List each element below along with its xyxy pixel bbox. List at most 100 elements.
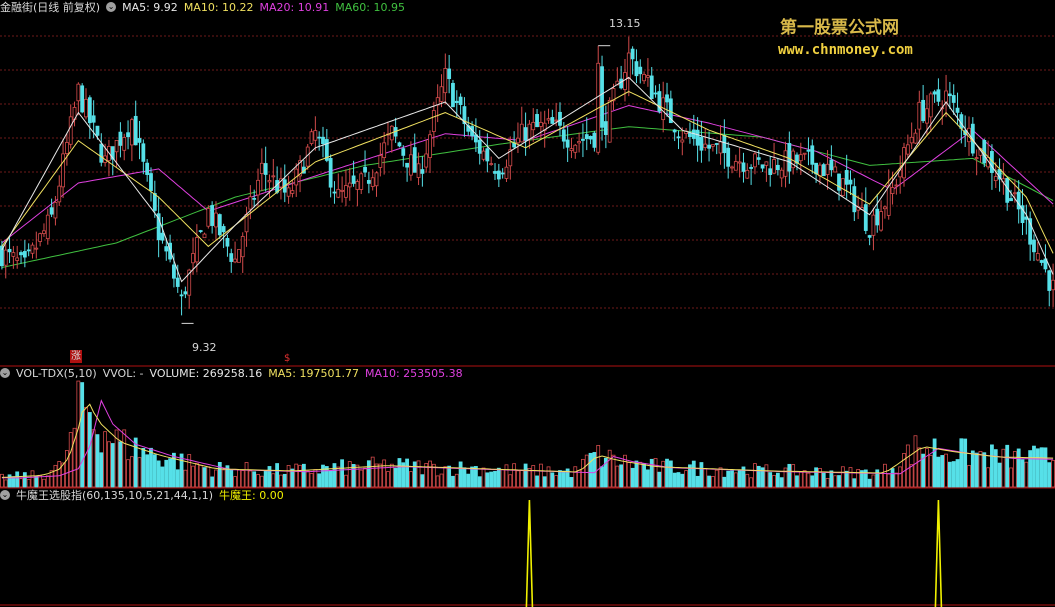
- volume-bar: [504, 464, 509, 488]
- candle-body: [240, 236, 245, 258]
- candle-body: [347, 182, 352, 188]
- volume-bar: [359, 469, 364, 488]
- candle-body: [588, 136, 593, 140]
- candle-body: [947, 93, 952, 97]
- volume-bar: [753, 463, 757, 488]
- signal-marker[interactable]: $: [284, 352, 290, 365]
- volume-bar: [317, 473, 322, 488]
- candle-body: [424, 153, 429, 168]
- volume-bar: [129, 456, 134, 488]
- candle-body: [649, 75, 654, 99]
- volume-bar: [309, 473, 314, 488]
- candle-body: [802, 152, 807, 155]
- candle-body: [366, 180, 371, 184]
- candle-body: [584, 134, 589, 140]
- volume-bar: [191, 465, 195, 488]
- vol-ma10-value: MA10: 253505.38: [364, 366, 463, 380]
- volume-bar: [844, 470, 849, 488]
- stock-title[interactable]: 金融街(日线 前复权): [0, 0, 100, 15]
- indicator-name[interactable]: 牛魔王选股指(60,135,10,5,21,44,1,1): [16, 487, 213, 503]
- volume-bar: [936, 456, 941, 488]
- volume-bar: [726, 470, 731, 488]
- volume-bar: [221, 469, 226, 488]
- candle-body: [787, 143, 792, 172]
- stock-chart-canvas[interactable]: [0, 0, 1055, 607]
- limit-up-badge[interactable]: 涨: [70, 350, 82, 363]
- candle-body: [523, 127, 528, 141]
- candle-body: [481, 150, 486, 160]
- volume-bar: [500, 469, 505, 488]
- candle-body: [409, 154, 413, 176]
- volume-bar: [405, 458, 409, 488]
- volume-bar: [940, 455, 945, 488]
- candle-body: [87, 97, 92, 124]
- candle-body: [760, 164, 765, 169]
- candle-body: [15, 257, 20, 261]
- volume-bar: [160, 466, 165, 488]
- volume-bar: [814, 467, 818, 488]
- vvol-value: VVOL: -: [102, 366, 144, 380]
- volume-bar: [963, 438, 968, 488]
- candle-body: [623, 72, 627, 90]
- candle-body: [76, 83, 81, 102]
- candle-body: [1047, 270, 1052, 291]
- volume-bar: [214, 469, 218, 488]
- candle-body: [863, 204, 868, 231]
- candle-body: [741, 162, 746, 172]
- candle-body: [332, 191, 337, 194]
- candle-body: [317, 136, 322, 139]
- volume-bar: [95, 434, 100, 488]
- candle-body: [894, 184, 899, 187]
- candle-body: [607, 99, 612, 143]
- volume-bar: [642, 463, 646, 488]
- candle-body: [783, 150, 788, 177]
- candle-body: [126, 132, 130, 138]
- candle-body: [133, 115, 138, 146]
- chevron-down-icon[interactable]: ⌄: [106, 2, 117, 12]
- candle-body: [11, 252, 16, 257]
- candle-body: [30, 244, 35, 254]
- candle-body: [114, 139, 119, 153]
- volume-bar: [745, 473, 750, 488]
- volume-bar: [806, 472, 811, 488]
- volume-bar: [91, 429, 96, 488]
- candle-body: [34, 247, 39, 250]
- candle-body: [848, 179, 853, 185]
- volume-bar: [1032, 445, 1036, 488]
- volume-bar: [45, 475, 50, 488]
- volume-bar: [668, 460, 673, 488]
- volume-bar: [412, 461, 417, 488]
- candle-body: [286, 187, 291, 197]
- volume-bar: [718, 467, 723, 488]
- candle-body: [699, 136, 704, 151]
- volume-bar: [840, 466, 845, 488]
- candle-body: [191, 253, 195, 264]
- indicator-panel-header: ⌄ 牛魔王选股指(60,135,10,5,21,44,1,1) 牛魔王: 0.0…: [0, 488, 284, 502]
- volume-bar: [997, 462, 1002, 488]
- volume-bar: [489, 471, 494, 488]
- volume-bar: [1043, 447, 1048, 488]
- volume-bar: [894, 472, 899, 488]
- candle-body: [928, 93, 933, 118]
- candle-body: [321, 136, 325, 145]
- volume-bar: [561, 470, 566, 488]
- candle-body: [737, 161, 742, 164]
- watermark-url: www.chnmoney.com: [778, 42, 913, 58]
- chevron-down-icon[interactable]: ⌄: [0, 368, 10, 378]
- volume-bar: [416, 460, 421, 488]
- volume-bar: [397, 458, 402, 488]
- vol-indicator-name[interactable]: VOL-TDX(5,10): [16, 367, 97, 380]
- candle-body: [603, 121, 608, 136]
- volume-bar: [344, 474, 348, 488]
- candle-body: [263, 163, 268, 175]
- volume-bar: [821, 472, 826, 488]
- volume-bar: [374, 463, 379, 488]
- candle-body: [374, 172, 379, 187]
- volume-bar: [141, 447, 146, 488]
- volume-bar: [584, 454, 589, 488]
- candle-body: [412, 147, 417, 173]
- volume-bar: [133, 437, 138, 488]
- chevron-down-icon[interactable]: ⌄: [0, 490, 10, 500]
- volume-bar: [974, 452, 979, 488]
- candle-body: [214, 212, 218, 228]
